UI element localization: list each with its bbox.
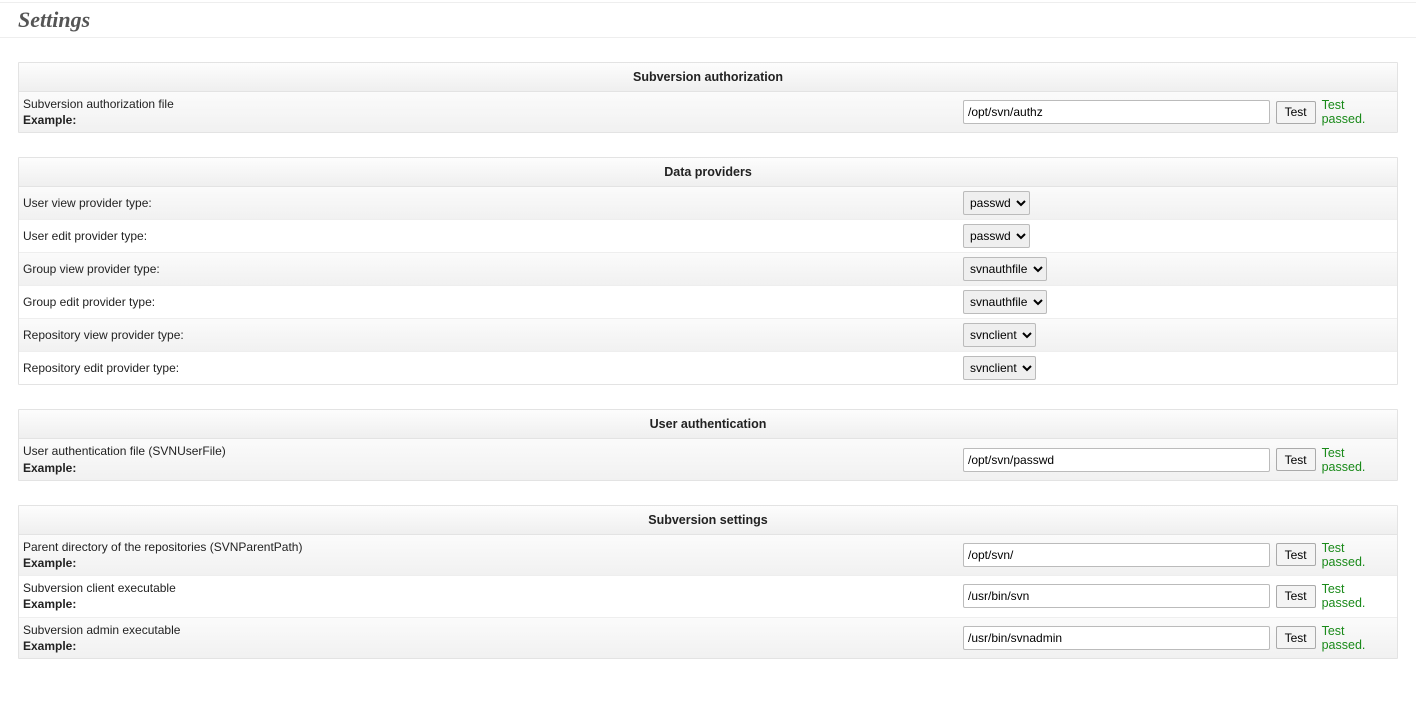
label-group-view-provider: Group view provider type: [23, 261, 963, 277]
label-repo-edit-provider: Repository edit provider type: [23, 360, 963, 376]
section-svn-authorization: Subversion authorization Subversion auth… [18, 62, 1398, 133]
section-header-data-providers: Data providers [19, 158, 1397, 187]
test-button-authz-file[interactable]: Test [1276, 101, 1316, 124]
label-svn-admin: Subversion admin executable Example: [23, 622, 963, 654]
status-authz-file: Test passed. [1322, 98, 1391, 126]
status-user-auth-file: Test passed. [1322, 446, 1391, 474]
label-authz-file-example: Example: [23, 113, 76, 127]
label-svn-admin-text: Subversion admin executable [23, 623, 180, 637]
row-repo-view-provider: Repository view provider type: svnclient [19, 319, 1397, 352]
test-button-svn-admin[interactable]: Test [1276, 626, 1316, 649]
select-repo-view-provider[interactable]: svnclient [963, 323, 1036, 347]
section-header-svn-settings: Subversion settings [19, 506, 1397, 535]
row-repo-edit-provider: Repository edit provider type: svnclient [19, 352, 1397, 384]
select-repo-edit-provider[interactable]: svnclient [963, 356, 1036, 380]
test-button-parent-dir[interactable]: Test [1276, 543, 1316, 566]
row-user-auth-file: User authentication file (SVNUserFile) E… [19, 439, 1397, 479]
page-title: Settings [0, 2, 1416, 38]
row-svn-admin: Subversion admin executable Example: Tes… [19, 618, 1397, 658]
section-user-authentication: User authentication User authentication … [18, 409, 1398, 480]
section-data-providers: Data providers User view provider type: … [18, 157, 1398, 385]
select-group-view-provider[interactable]: svnauthfile [963, 257, 1047, 281]
input-svn-admin[interactable] [963, 626, 1270, 650]
label-parent-dir: Parent directory of the repositories (SV… [23, 539, 963, 571]
row-group-edit-provider: Group edit provider type: svnauthfile [19, 286, 1397, 319]
input-svn-client[interactable] [963, 584, 1270, 608]
input-authz-file[interactable] [963, 100, 1270, 124]
label-parent-dir-example: Example: [23, 556, 76, 570]
label-user-auth-file-example: Example: [23, 461, 76, 475]
row-user-view-provider: User view provider type: passwd [19, 187, 1397, 220]
select-user-view-provider[interactable]: passwd [963, 191, 1030, 215]
label-user-auth-file: User authentication file (SVNUserFile) E… [23, 443, 963, 475]
status-svn-admin: Test passed. [1322, 624, 1391, 652]
row-group-view-provider: Group view provider type: svnauthfile [19, 253, 1397, 286]
test-button-svn-client[interactable]: Test [1276, 585, 1316, 608]
section-header-user-authentication: User authentication [19, 410, 1397, 439]
row-user-edit-provider: User edit provider type: passwd [19, 220, 1397, 253]
label-svn-client-example: Example: [23, 597, 76, 611]
label-svn-client-text: Subversion client executable [23, 581, 176, 595]
label-user-edit-provider: User edit provider type: [23, 228, 963, 244]
row-parent-dir: Parent directory of the repositories (SV… [19, 535, 1397, 576]
row-authz-file: Subversion authorization file Example: T… [19, 92, 1397, 132]
test-button-user-auth-file[interactable]: Test [1276, 448, 1316, 471]
select-user-edit-provider[interactable]: passwd [963, 224, 1030, 248]
label-repo-view-provider: Repository view provider type: [23, 327, 963, 343]
label-group-edit-provider: Group edit provider type: [23, 294, 963, 310]
input-user-auth-file[interactable] [963, 448, 1270, 472]
status-svn-client: Test passed. [1322, 582, 1391, 610]
section-header-svn-authorization: Subversion authorization [19, 63, 1397, 92]
label-svn-client: Subversion client executable Example: [23, 580, 963, 612]
input-parent-dir[interactable] [963, 543, 1270, 567]
label-parent-dir-text: Parent directory of the repositories (SV… [23, 540, 302, 554]
select-group-edit-provider[interactable]: svnauthfile [963, 290, 1047, 314]
label-user-view-provider: User view provider type: [23, 195, 963, 211]
label-authz-file: Subversion authorization file Example: [23, 96, 963, 128]
row-svn-client: Subversion client executable Example: Te… [19, 576, 1397, 617]
status-parent-dir: Test passed. [1322, 541, 1391, 569]
label-svn-admin-example: Example: [23, 639, 76, 653]
label-user-auth-file-text: User authentication file (SVNUserFile) [23, 444, 226, 458]
section-svn-settings: Subversion settings Parent directory of … [18, 505, 1398, 659]
label-authz-file-text: Subversion authorization file [23, 97, 174, 111]
